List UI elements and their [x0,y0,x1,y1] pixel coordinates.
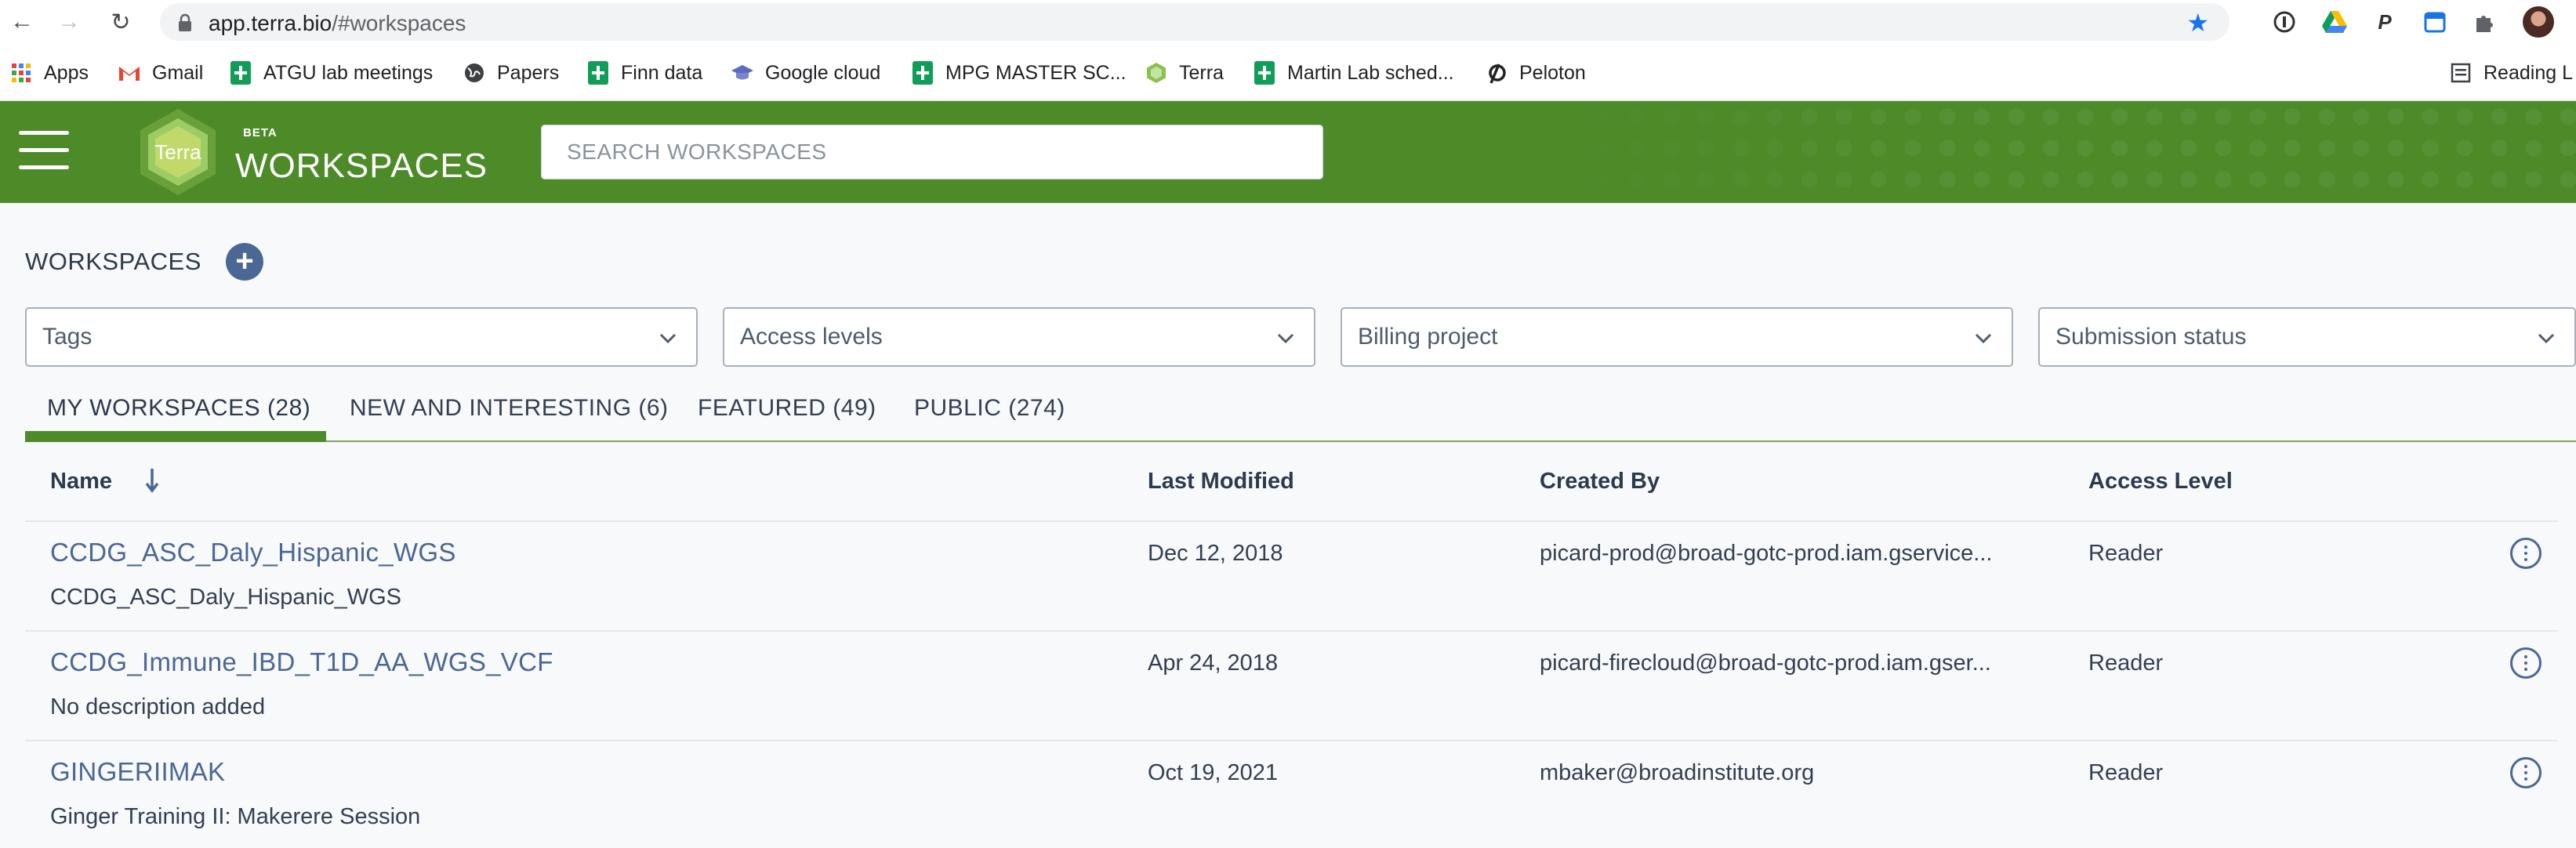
active-tab-indicator [25,431,326,442]
terra-icon [1145,61,1168,85]
sheets-icon [911,61,934,85]
password-extension-icon[interactable] [2270,8,2298,36]
submission-status-filter[interactable]: Submission status [2038,307,2576,367]
last-modified-cell: Dec 12, 2018 [1148,541,1283,566]
bookmark-terra[interactable]: Terra [1145,57,1224,89]
access-levels-filter[interactable]: Access levels [723,307,1315,367]
svg-text:Terra: Terra [154,140,201,164]
access-level-cell: Reader [2088,650,2164,676]
workspace-name-link[interactable]: CCDG_ASC_Daly_Hispanic_WGS [50,538,456,567]
access-level-cell: Reader [2088,760,2164,785]
url-text: app.terra.bio/#workspaces [209,11,466,35]
chevron-down-icon [1277,333,1294,344]
column-header-last-modified[interactable]: Last Modified [1148,469,1294,495]
tab-featured[interactable]: FEATURED (49) [698,395,876,422]
sheets-icon [1253,61,1276,85]
gmail-icon [118,61,141,85]
bookmarks-bar: Apps Gmail ATGU lab meetings Papers Finn… [0,45,2576,101]
row-menu-icon[interactable] [2510,757,2542,788]
billing-project-filter[interactable]: Billing project [1341,307,2013,367]
reading-list[interactable]: Reading L [2449,57,2573,89]
terra-logo: Terra [140,109,216,195]
calendar-extension-icon[interactable] [2421,8,2449,36]
search-workspaces-input[interactable] [541,125,1323,179]
tags-filter[interactable]: Tags [25,307,698,367]
sheets-icon [229,61,252,85]
created-by-cell: picard-prod@broad-gotc-prod.iam.gservice… [1540,541,1993,566]
reading-list-icon [2449,61,2473,85]
row-menu-icon[interactable] [2510,538,2542,569]
column-header-access-level[interactable]: Access Level [2088,469,2233,495]
hamburger-menu-icon[interactable] [19,131,69,173]
tab-public[interactable]: PUBLIC (274) [914,395,1065,422]
bookmark-google-cloud[interactable]: Google cloud [731,57,880,89]
tabs-divider [25,440,2576,442]
mortarboard-icon [731,61,754,85]
access-level-cell: Reader [2088,541,2164,566]
puzzle-extensions-icon[interactable] [2471,8,2499,36]
back-arrow-icon[interactable]: ← [6,6,38,38]
header-title: WORKSPACES [235,147,488,185]
google-drive-icon[interactable] [2320,8,2349,36]
column-header-created-by[interactable]: Created By [1540,469,1660,495]
browser-toolbar: ← → ↻ app.terra.bio/#workspaces ★ P [0,0,2576,45]
row-divider [25,740,2557,741]
bookmark-apps[interactable]: Apps [9,57,89,89]
bookmark-star-icon[interactable]: ★ [2186,8,2209,38]
sort-down-arrow-icon[interactable] [144,467,160,494]
bookmark-finn-data[interactable]: Finn data [586,57,702,89]
lock-icon [179,13,191,31]
page-title: WORKSPACES [25,248,201,275]
profile-avatar[interactable] [2523,6,2554,38]
chevron-down-icon [1975,333,1992,344]
peloton-icon [1485,61,1508,85]
chevron-down-icon [2538,333,2555,344]
created-by-cell: picard-firecloud@broad-gotc-prod.iam.gse… [1540,650,1991,676]
app-header: Terra BETA WORKSPACES [0,101,2576,203]
created-by-cell: mbaker@broadinstitute.org [1540,760,1815,785]
sheets-icon [586,61,610,85]
workspace-name-link[interactable]: CCDG_Immune_IBD_T1D_AA_WGS_VCF [50,647,553,677]
paypal-extension-icon[interactable]: P [2371,8,2399,36]
apps-grid-icon [9,61,33,85]
column-header-name[interactable]: Name [50,469,112,495]
bookmark-peloton[interactable]: Peloton [1485,57,1586,89]
bookmark-atgu-lab-meetings[interactable]: ATGU lab meetings [229,57,433,89]
workspace-name-link[interactable]: GINGERIIMAK [50,757,225,787]
address-bar[interactable]: app.terra.bio/#workspaces ★ [160,3,2230,41]
row-menu-icon[interactable] [2510,647,2542,679]
bookmark-martin-lab-sched[interactable]: Martin Lab sched... [1253,57,1454,89]
globe-icon [463,61,486,85]
last-modified-cell: Apr 24, 2018 [1148,650,1279,676]
beta-badge: BETA [243,126,278,140]
forward-arrow-icon[interactable]: → [53,6,85,38]
row-divider [25,630,2557,632]
tab-my-workspaces[interactable]: MY WORKSPACES (28) [47,395,310,422]
chevron-down-icon [659,333,677,344]
bookmark-gmail[interactable]: Gmail [118,57,203,89]
workspace-description: Ginger Training II: Makerere Session [50,804,421,829]
row-divider [25,520,2557,522]
reload-icon[interactable]: ↻ [105,6,136,38]
workspace-description: No description added [50,694,266,719]
add-workspace-button[interactable]: + [226,243,263,281]
bookmark-papers[interactable]: Papers [463,57,559,89]
workspace-description: CCDG_ASC_Daly_Hispanic_WGS [50,585,402,610]
last-modified-cell: Oct 19, 2021 [1148,760,1279,785]
tab-new-and-interesting[interactable]: NEW AND INTERESTING (6) [350,395,669,422]
bookmark-mpg-master-sc[interactable]: MPG MASTER SC... [911,57,1127,89]
